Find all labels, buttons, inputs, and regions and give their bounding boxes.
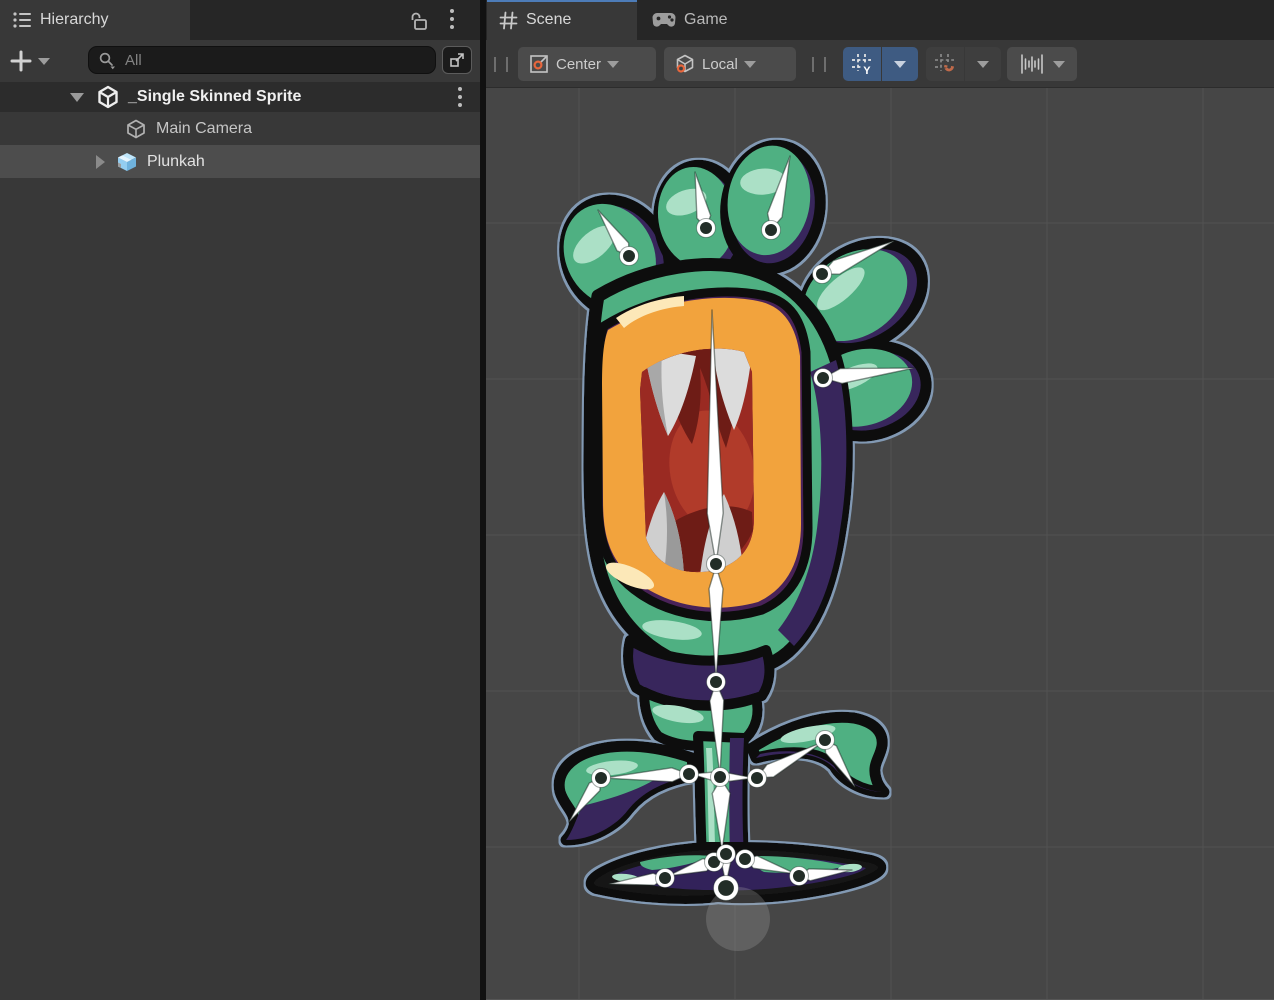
scene-tabbar: Scene Game <box>486 0 1274 40</box>
scene-grid-icon <box>499 11 518 30</box>
unlock-icon[interactable] <box>406 9 430 33</box>
foldout-closed-icon[interactable] <box>96 155 105 169</box>
toolbar-drag-handle[interactable] <box>812 57 826 72</box>
joint-gizmo-center <box>710 676 722 688</box>
chevron-down-icon <box>607 61 619 68</box>
snap-increment-dropdown[interactable] <box>1007 47 1077 81</box>
scene-viewport-canvas <box>486 88 1274 1000</box>
scene-name: _Single Skinned Sprite <box>128 88 301 106</box>
pivot-gizmo-circle <box>706 887 770 951</box>
tab-scene[interactable]: Scene <box>487 0 637 40</box>
joint-gizmo-center <box>595 772 607 784</box>
chevron-down-icon <box>1053 61 1065 68</box>
creature-neck <box>628 640 769 746</box>
foldout-open-icon[interactable] <box>70 93 84 102</box>
joint-gizmo-center <box>819 734 831 746</box>
joint-gizmo-center <box>659 872 671 884</box>
game-gamepad-icon <box>652 12 676 28</box>
hierarchy-row-scene[interactable]: _Single Skinned Sprite <box>0 82 480 112</box>
scene-tab-label: Scene <box>526 11 571 29</box>
prefab-cube-icon <box>115 150 139 174</box>
scene-menu-icon[interactable] <box>458 87 462 107</box>
joint-gizmo-center <box>714 771 726 783</box>
pivot-label: Center <box>556 56 601 73</box>
joint-gizmo-center <box>720 848 732 860</box>
tool-handle-pivot-dropdown[interactable]: Center <box>518 47 656 81</box>
grid-y-axis-icon: Y <box>850 52 874 76</box>
grid-axis-letter: Y <box>863 65 871 76</box>
scene-viewport[interactable] <box>486 88 1274 1000</box>
joint-gizmo-center <box>718 880 734 896</box>
gameobject-cube-icon <box>124 117 148 141</box>
tool-handle-rotation-dropdown[interactable]: Local <box>664 47 796 81</box>
active-tab-highlight <box>487 0 637 2</box>
unity-editor: Hierarchy <box>0 0 1274 1000</box>
ruler-ticks-icon <box>1019 53 1045 75</box>
hierarchy-row-plunkah[interactable]: Plunkah <box>0 145 480 178</box>
gameobject-name: Main Camera <box>156 120 252 138</box>
joint-gizmo-center <box>793 870 805 882</box>
popout-window-icon[interactable] <box>442 46 472 74</box>
creature-mouth <box>598 292 808 617</box>
search-icon[interactable] <box>97 50 117 70</box>
joint-gizmo-center <box>751 772 763 784</box>
joint-gizmo-center <box>700 222 712 234</box>
scene-toolbar: Center Local Y <box>486 40 1274 88</box>
create-dropdown-icon[interactable] <box>38 58 50 65</box>
grid-snap-toggle[interactable] <box>926 47 964 81</box>
hierarchy-row-camera[interactable]: Main Camera <box>0 112 480 145</box>
hierarchy-list-icon <box>12 11 32 29</box>
joint-gizmo-center <box>765 224 777 236</box>
orientation-label: Local <box>702 56 738 73</box>
unity-scene-icon <box>96 85 120 109</box>
local-cube-icon <box>674 53 696 75</box>
scene-panel: Scene Game Center <box>486 0 1274 1000</box>
joint-gizmo-center <box>710 558 722 570</box>
chevron-down-icon <box>894 61 906 68</box>
joint-gizmo-center <box>739 853 751 865</box>
tab-game[interactable]: Game <box>640 0 780 40</box>
create-plus-button[interactable] <box>8 48 34 74</box>
search-input[interactable] <box>123 51 435 70</box>
pivot-center-icon <box>528 53 550 75</box>
toolbar-drag-handle[interactable] <box>494 57 508 72</box>
tab-hierarchy[interactable]: Hierarchy <box>0 0 190 40</box>
game-tab-label: Game <box>684 11 728 29</box>
snap-magnet-icon <box>933 52 957 76</box>
hierarchy-search <box>88 46 436 74</box>
grid-settings-dropdown[interactable] <box>882 47 918 81</box>
snap-settings-dropdown[interactable] <box>965 47 1001 81</box>
joint-gizmo-center <box>623 250 635 262</box>
gameobject-name: Plunkah <box>147 153 205 171</box>
chevron-down-icon <box>977 61 989 68</box>
hierarchy-tabbar: Hierarchy <box>0 0 480 40</box>
chevron-down-icon <box>744 61 756 68</box>
hierarchy-panel: Hierarchy <box>0 0 480 1000</box>
hierarchy-menu-icon[interactable] <box>450 9 454 29</box>
hierarchy-tab-label: Hierarchy <box>40 11 108 29</box>
joint-gizmo-center <box>817 372 829 384</box>
joint-gizmo-center <box>816 268 828 280</box>
grid-visibility-toggle[interactable]: Y <box>843 47 881 81</box>
hierarchy-toolbar <box>0 40 480 82</box>
joint-gizmo-center <box>683 768 695 780</box>
